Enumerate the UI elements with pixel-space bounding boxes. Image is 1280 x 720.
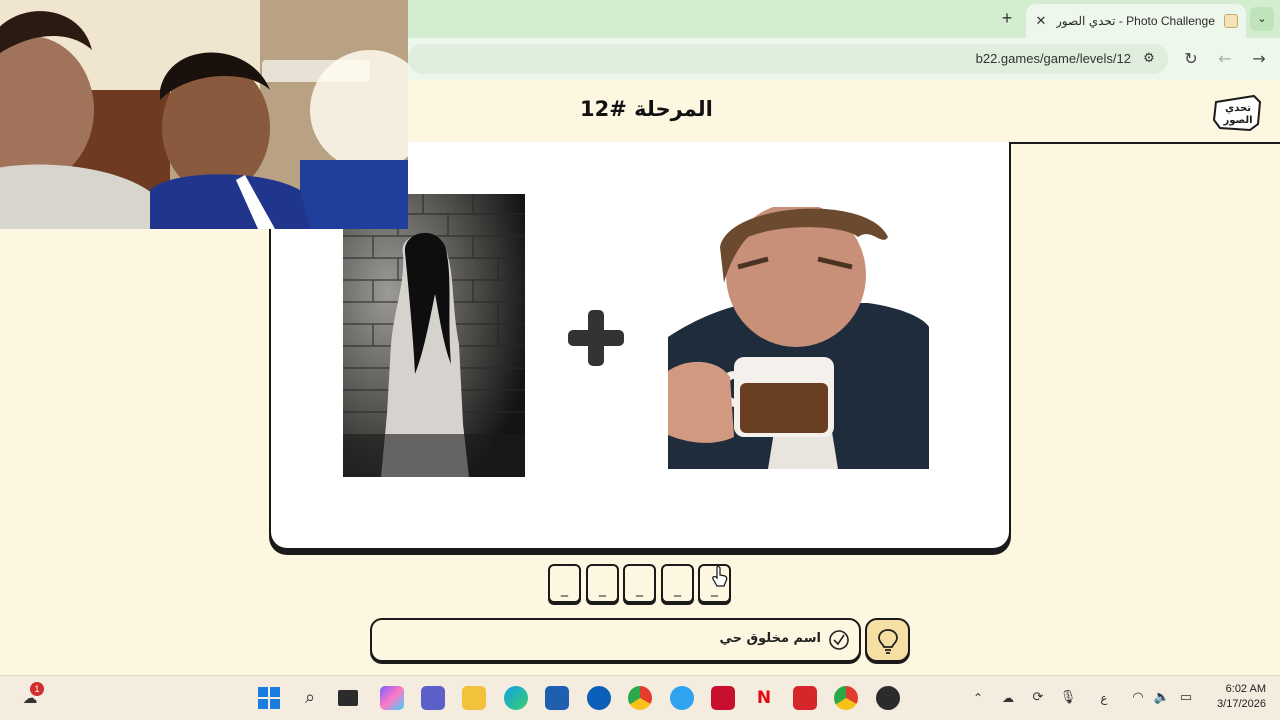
file-explorer-icon[interactable] (462, 686, 486, 710)
hint-text: اسم مخلوق حي (719, 631, 821, 646)
webcam-video-overlay (0, 0, 408, 229)
mcafee-icon[interactable] (711, 686, 735, 710)
hp-icon[interactable] (587, 686, 611, 710)
active-tab[interactable]: ✕ Photo Challenge - تحدي الصور (1026, 4, 1246, 38)
task-view-icon[interactable] (338, 690, 358, 706)
netflix-icon[interactable]: N (752, 686, 776, 710)
language-indicator[interactable]: ع (1092, 686, 1116, 710)
close-icon[interactable]: ✕ (1034, 13, 1048, 29)
hint-bar: اسم مخلوق حي (370, 618, 861, 662)
notification-badge: 1 (30, 682, 44, 696)
hint-button[interactable] (865, 618, 910, 662)
obs-icon[interactable] (876, 686, 900, 710)
edge-icon[interactable] (504, 686, 528, 710)
lightbulb-icon (878, 629, 898, 654)
svg-text:الصور: الصور (1222, 115, 1252, 126)
wifi-icon[interactable]: ◠ (1126, 686, 1150, 710)
puzzle-image-coffee (668, 207, 929, 469)
site-settings-icon[interactable]: ⚙ (1140, 50, 1158, 68)
answer-slot-3[interactable]: _ (623, 564, 656, 603)
microphone-icon[interactable]: 🎙 (1056, 686, 1080, 710)
help-icon[interactable] (670, 686, 694, 710)
search-icon[interactable]: ⌕ (298, 686, 322, 710)
check-circle-icon (828, 629, 850, 651)
tab-title: Photo Challenge - تحدي الصور (1056, 14, 1215, 28)
address-bar[interactable]: b22.games/game/levels/12 ⚙ (408, 44, 1168, 74)
puzzle-image-ghost (343, 194, 525, 477)
clock-date: 3/17/2026 (1217, 698, 1266, 710)
sync-icon[interactable]: ⟳ (1026, 686, 1050, 710)
answer-slot-2[interactable]: _ (586, 564, 619, 603)
wps-icon[interactable] (793, 686, 817, 710)
chrome-profile-icon[interactable] (834, 686, 858, 710)
chrome-icon[interactable] (628, 686, 652, 710)
battery-icon[interactable]: ▭ (1174, 686, 1198, 710)
level-title: المرحلة #12 (580, 97, 713, 121)
plus-icon (566, 308, 626, 368)
clock[interactable]: 6:02 AM 3/17/2026 (1206, 682, 1266, 712)
favicon-icon (1224, 14, 1238, 28)
url-text[interactable]: b22.games/game/levels/12 (976, 51, 1131, 66)
clock-time: 6:02 AM (1225, 683, 1266, 695)
tab-search-button[interactable]: ⌄ (1250, 7, 1274, 31)
page-header (408, 80, 1280, 142)
answer-slot-4[interactable]: _ (661, 564, 694, 603)
onedrive-icon[interactable]: ☁ (996, 686, 1020, 710)
answer-slot-1[interactable]: _ (548, 564, 581, 603)
back-icon[interactable]: ← (1214, 48, 1236, 70)
forward-icon[interactable]: → (1248, 48, 1270, 70)
new-tab-button[interactable]: + (998, 9, 1016, 27)
windows-start-icon[interactable] (257, 686, 281, 710)
reload-icon[interactable]: ↻ (1180, 48, 1202, 70)
copilot-icon[interactable] (380, 686, 404, 710)
teams-icon[interactable] (421, 686, 445, 710)
volume-icon[interactable]: 🔈 (1150, 686, 1174, 710)
svg-text:تحدي: تحدي (1225, 103, 1251, 114)
site-logo[interactable]: تحدي الصور (1210, 90, 1266, 134)
store-icon[interactable] (545, 686, 569, 710)
hand-cursor-icon (712, 565, 728, 588)
chevron-up-icon[interactable]: ⌃ (966, 686, 990, 710)
